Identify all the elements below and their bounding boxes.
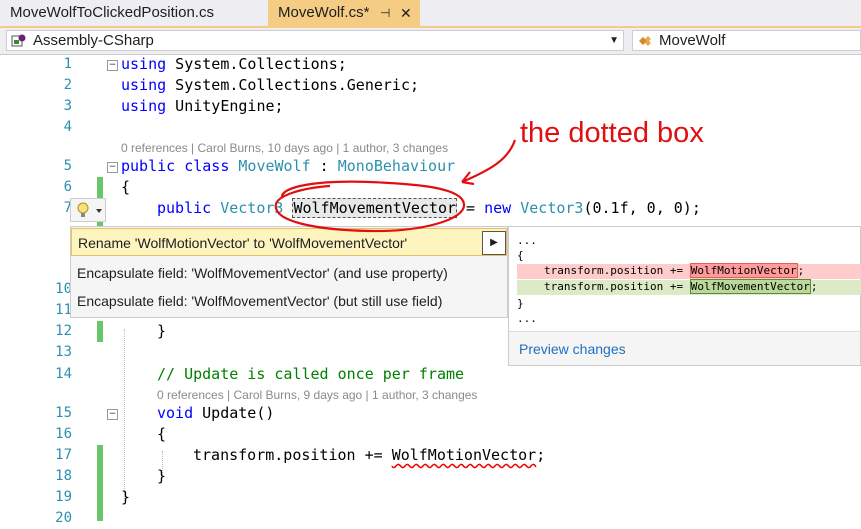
annotation-overlay: [274, 139, 517, 233]
annotation-label: the dotted box: [520, 117, 704, 149]
annotation-ellipse: [274, 180, 466, 233]
annotation-arrow: [461, 139, 517, 186]
